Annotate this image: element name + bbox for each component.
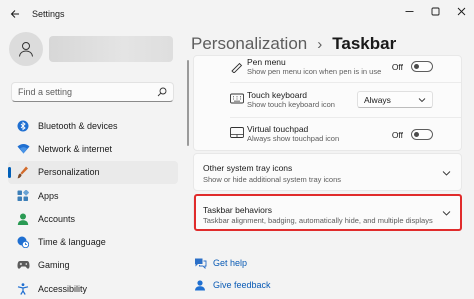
- link-label: Give feedback: [213, 280, 271, 290]
- setting-title: Virtual touchpad: [247, 124, 309, 134]
- sidebar-item-accessibility[interactable]: Accessibility: [8, 277, 178, 299]
- gamepad-icon: [16, 258, 30, 272]
- sidebar-item-label: Accessibility: [38, 283, 88, 294]
- touch-keyboard-dropdown[interactable]: Always: [357, 91, 433, 108]
- link-label: Get help: [213, 258, 248, 268]
- system-tray-icons-card: Pen menu Show pen menu icon when pen is …: [193, 55, 462, 151]
- help-links: Get help Give feedback: [193, 252, 271, 296]
- person-icon: [19, 42, 33, 57]
- sidebar-item-personalization[interactable]: Personalization: [8, 160, 178, 184]
- page-title: Taskbar: [332, 34, 397, 53]
- back-button[interactable]: [4, 3, 26, 25]
- sidebar-item-apps[interactable]: Apps: [8, 184, 178, 207]
- sidebar-item-label: Personalization: [38, 167, 100, 178]
- give-feedback-link[interactable]: Give feedback: [193, 274, 271, 296]
- window-controls: [396, 0, 474, 22]
- bluetooth-icon: [16, 119, 30, 133]
- breadcrumb-separator: ›: [317, 35, 323, 53]
- globe-clock-icon: [16, 235, 30, 249]
- sidebar-item-label: Bluetooth & devices: [38, 120, 118, 131]
- help-icon: [193, 256, 207, 270]
- section-taskbar-behaviors[interactable]: Taskbar behaviors Taskbar alignment, bad…: [193, 195, 462, 230]
- accessibility-icon: [16, 282, 30, 296]
- app-title: Settings: [32, 9, 65, 19]
- sidebar-item-label: Gaming: [38, 260, 70, 271]
- feedback-icon: [193, 278, 207, 292]
- section-description: Show or hide additional system tray icon…: [203, 175, 341, 184]
- profile-name-redacted: [49, 36, 173, 62]
- search-icon[interactable]: [157, 87, 167, 97]
- setting-title: Touch keyboard: [247, 90, 308, 100]
- toggle-state-label: Off: [391, 129, 403, 140]
- section-title: Other system tray icons: [203, 163, 293, 173]
- back-arrow-icon: [10, 10, 19, 18]
- main-scrollbar[interactable]: [187, 60, 189, 146]
- search-input[interactable]: [18, 87, 157, 97]
- setting-description: Show touch keyboard icon: [247, 100, 335, 109]
- dropdown-value: Always: [364, 94, 391, 105]
- sidebar-item-network[interactable]: Network & internet: [8, 137, 178, 160]
- setting-row-virtual-touchpad: Virtual touchpad Always show touchpad ic…: [194, 118, 461, 150]
- setting-row-pen-menu: Pen menu Show pen menu icon when pen is …: [194, 56, 461, 82]
- chevron-down-icon: [442, 211, 451, 216]
- sidebar-nav: Bluetooth & devices Network & internet P…: [8, 114, 178, 299]
- close-button[interactable]: [448, 0, 474, 22]
- minimize-icon: [405, 10, 413, 12]
- sidebar-item-label: Accounts: [38, 213, 76, 224]
- minimize-button[interactable]: [396, 0, 422, 22]
- chevron-down-icon: [418, 98, 426, 103]
- pen-menu-toggle[interactable]: [411, 61, 433, 72]
- sidebar-item-label: Apps: [38, 190, 59, 201]
- sidebar-item-gaming[interactable]: Gaming: [8, 254, 178, 277]
- setting-title: Pen menu: [247, 57, 286, 67]
- section-other-system-tray-icons[interactable]: Other system tray icons Show or hide add…: [193, 153, 462, 191]
- sidebar-item-time-language[interactable]: Time & language: [8, 230, 178, 253]
- sidebar-item-bluetooth[interactable]: Bluetooth & devices: [8, 114, 178, 137]
- breadcrumb: Personalization › Taskbar: [191, 34, 396, 54]
- person-icon: [16, 212, 30, 226]
- sidebar-item-label: Network & internet: [38, 143, 113, 154]
- section-title: Taskbar behaviors: [203, 205, 272, 215]
- avatar: [9, 32, 43, 66]
- title-bar: Settings: [0, 0, 474, 28]
- close-icon: [457, 7, 465, 15]
- section-description: Taskbar alignment, badging, automaticall…: [203, 216, 433, 225]
- setting-row-touch-keyboard: Touch keyboard Show touch keyboard icon …: [194, 83, 461, 116]
- touchpad-icon: [230, 127, 244, 138]
- sidebar-item-accounts[interactable]: Accounts: [8, 207, 178, 230]
- apps-icon: [16, 189, 30, 203]
- sidebar-item-label: Time & language: [38, 237, 106, 248]
- keyboard-icon: [230, 93, 244, 104]
- search-box[interactable]: [11, 82, 174, 102]
- maximize-button[interactable]: [422, 0, 448, 22]
- brush-icon: [16, 165, 30, 179]
- get-help-link[interactable]: Get help: [193, 252, 271, 274]
- maximize-icon: [431, 7, 439, 15]
- chevron-down-icon: [442, 171, 451, 176]
- toggle-state-label: Off: [391, 61, 403, 72]
- user-profile[interactable]: [9, 32, 173, 66]
- pen-icon: [231, 62, 243, 73]
- wifi-icon: [16, 142, 30, 156]
- virtual-touchpad-toggle[interactable]: [411, 129, 433, 140]
- breadcrumb-parent[interactable]: Personalization: [191, 34, 307, 54]
- setting-description: Always show touchpad icon: [247, 134, 340, 143]
- setting-description: Show pen menu icon when pen is in use: [247, 67, 382, 76]
